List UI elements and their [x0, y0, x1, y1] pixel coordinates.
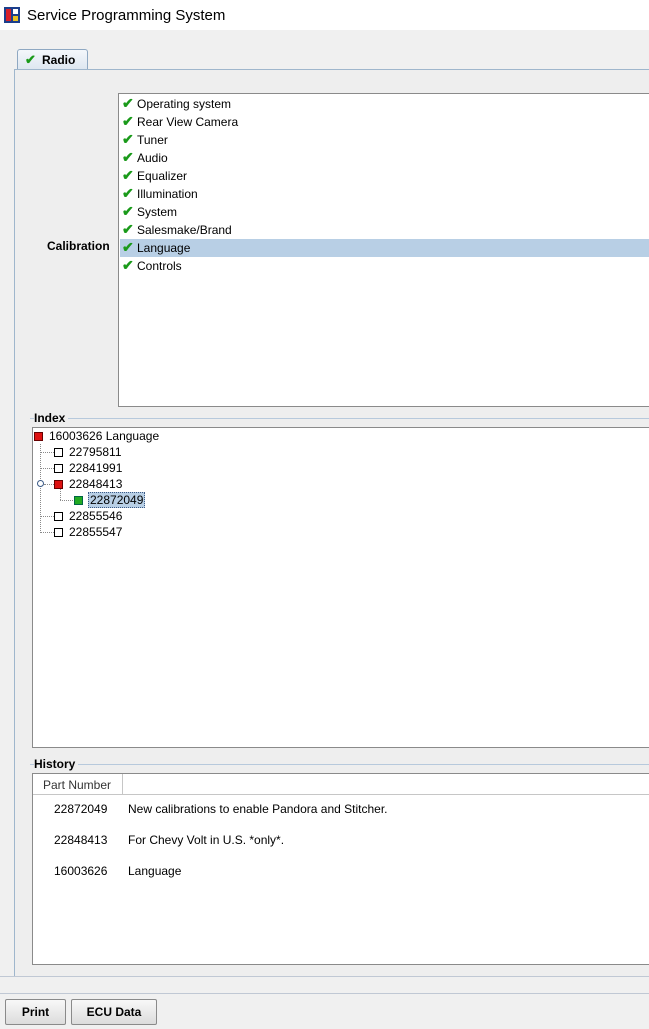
status-white-icon [54, 448, 63, 457]
description-cell: For Chevy Volt in U.S. *only*. [128, 833, 285, 847]
tree-connector [44, 484, 54, 485]
status-red-icon [34, 432, 43, 441]
window-title: Service Programming System [27, 7, 226, 24]
tree-node-label: 22848413 [69, 477, 123, 491]
checkmark-icon: ✔ [122, 185, 134, 201]
checkmark-icon: ✔ [122, 167, 134, 183]
tree-node-selected[interactable]: 22872049 [88, 492, 146, 508]
calibration-item[interactable]: ✔ Tuner [120, 131, 649, 149]
calibration-item-label: Illumination [137, 187, 198, 201]
index-tree[interactable] [32, 427, 649, 748]
title-bar: Service Programming System [0, 0, 649, 30]
calibration-item-selected[interactable]: ✔ Language [120, 239, 649, 257]
tab-label: Radio [42, 53, 76, 67]
status-strip [0, 976, 649, 994]
checkmark-icon: ✔ [122, 221, 134, 237]
calibration-item[interactable]: ✔ Illumination [120, 185, 649, 203]
calibration-item-label: Controls [137, 259, 182, 273]
part-number-cell: 22848413 [54, 833, 108, 847]
status-green-icon [74, 496, 83, 505]
calibration-item-label: Operating system [137, 97, 232, 111]
table-row[interactable]: 22848413 For Chevy Volt in U.S. *only*. [33, 831, 649, 849]
calibration-item[interactable]: ✔ Controls [120, 257, 649, 275]
status-white-icon [54, 512, 63, 521]
status-white-icon [54, 528, 63, 537]
calibration-item-label: Language [137, 241, 191, 255]
index-title: Index [34, 411, 69, 425]
calibration-item[interactable]: ✔ Rear View Camera [120, 113, 649, 131]
checkmark-icon: ✔ [122, 131, 134, 147]
expand-toggle-icon[interactable] [37, 480, 44, 487]
calibration-item-label: Audio [137, 151, 168, 165]
history-group-border [30, 764, 649, 765]
tree-node-label: 22855547 [69, 525, 123, 539]
history-table: Part Number 22872049 New calibrations to… [32, 773, 649, 965]
checkmark-icon: ✔ [122, 203, 134, 219]
history-title: History [34, 757, 79, 771]
calibration-item-label: System [137, 205, 178, 219]
checkmark-icon: ✔ [122, 113, 134, 129]
column-header-part-number[interactable]: Part Number [33, 774, 123, 794]
calibration-item[interactable]: ✔ Salesmake/Brand [120, 221, 649, 239]
ecu-data-button[interactable]: ECU Data [71, 999, 157, 1025]
tree-node-label: 22795811 [69, 445, 122, 459]
calibration-item-label: Tuner [137, 133, 168, 147]
status-white-icon [54, 464, 63, 473]
calibration-item[interactable]: ✔ Equalizer [120, 167, 649, 185]
tab-radio[interactable]: ✔ Radio [17, 49, 88, 70]
tree-node-label: 22855546 [69, 509, 123, 523]
tree-connector [40, 452, 54, 453]
calibration-item-label: Equalizer [137, 169, 188, 183]
calibration-item[interactable]: ✔ Audio [120, 149, 649, 167]
tree-connector [60, 500, 73, 501]
calibration-list[interactable]: ✔ Operating system ✔ Rear View Camera ✔ … [118, 93, 649, 407]
checkmark-icon: ✔ [122, 257, 134, 273]
column-header-label: Part Number [43, 778, 112, 792]
app-icon [4, 7, 20, 23]
checkmark-icon: ✔ [122, 95, 134, 111]
tree-node-label: 16003626 Language [49, 429, 160, 443]
tree-connector [40, 468, 54, 469]
part-number-cell: 22872049 [54, 802, 108, 816]
checkmark-icon: ✔ [122, 239, 134, 255]
calibration-item-label: Salesmake/Brand [137, 223, 232, 237]
table-row[interactable]: 22872049 New calibrations to enable Pand… [33, 800, 649, 818]
calibration-item[interactable]: ✔ Operating system [120, 95, 649, 113]
table-row[interactable]: 16003626 Language [33, 862, 649, 880]
tree-connector [40, 516, 54, 517]
part-number-cell: 16003626 [54, 864, 108, 878]
tree-node-label: 22841991 [69, 461, 123, 475]
checkmark-icon: ✔ [122, 149, 134, 165]
tree-connector [40, 532, 54, 533]
print-button[interactable]: Print [5, 999, 66, 1025]
tree-connector [60, 489, 61, 500]
calibration-item[interactable]: ✔ System [120, 203, 649, 221]
history-table-header: Part Number [33, 774, 649, 795]
status-red-icon [54, 480, 63, 489]
calibration-label: Calibration [47, 239, 110, 253]
description-cell: New calibrations to enable Pandora and S… [128, 802, 388, 816]
description-cell: Language [128, 864, 182, 878]
index-group-border [30, 418, 649, 419]
tree-connector [40, 444, 41, 533]
calibration-item-label: Rear View Camera [137, 115, 239, 129]
checkmark-icon: ✔ [25, 52, 36, 67]
